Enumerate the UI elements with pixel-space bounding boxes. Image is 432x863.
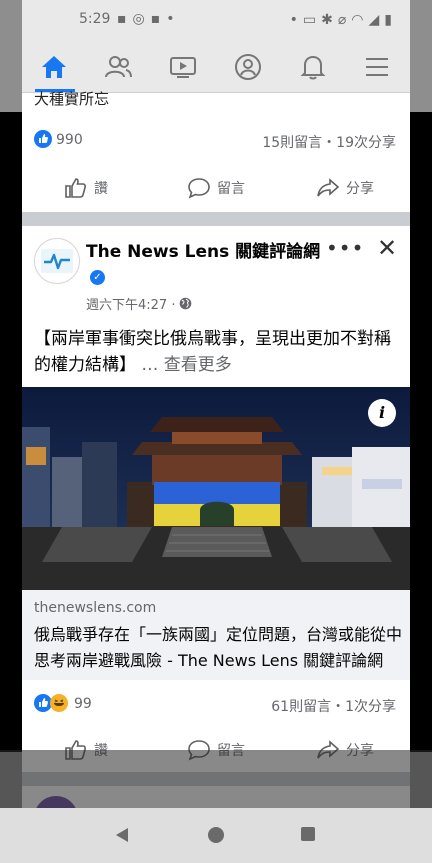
page-avatar[interactable] [34, 238, 80, 284]
thumbs-up-icon [65, 178, 86, 198]
post-text: 【兩岸軍事衝突比俄烏戰事，呈現出更加不對稱的權力結構】 … 查看更多 [34, 326, 404, 378]
reaction-count: 990 [56, 132, 83, 148]
globe-icon [180, 297, 192, 310]
notifications-tab[interactable] [298, 52, 328, 82]
status-left-icons: ▪ ◎ ▪ • [117, 11, 174, 27]
app-screen: 5:29 ▪ ◎ ▪ • • ▭ ✱ ⌀ ◠ ◢ ▮ 大種實所忘 990 15則… [22, 0, 410, 863]
reaction-count: 99 [74, 696, 92, 712]
author-name[interactable]: The News Lens 關鍵評論網 [86, 242, 320, 262]
home-button-icon[interactable] [207, 826, 225, 844]
info-icon[interactable]: i [368, 399, 396, 427]
status-time: 5:29 [79, 11, 111, 27]
menu-icon [366, 58, 388, 76]
status-bar: 5:29 ▪ ◎ ▪ • • ▭ ✱ ⌀ ◠ ◢ ▮ [22, 0, 410, 40]
bluetooth-icon: ✱ [321, 12, 333, 28]
share-icon [317, 178, 340, 197]
left-letterbox [0, 112, 22, 752]
post-time[interactable]: 週六下午4:27 · [86, 294, 175, 313]
link-domain: thenewslens.com [34, 600, 157, 616]
profile-icon [235, 54, 261, 80]
profile-tab[interactable] [233, 52, 263, 82]
post-author[interactable]: The News Lens 關鍵評論網 ✓ [86, 240, 336, 288]
comment-share-stats[interactable]: 15則留言・19次分享 [262, 132, 396, 152]
watch-icon [170, 57, 196, 78]
link-preview-image[interactable]: i [22, 387, 410, 590]
comment-label: 留言 [217, 181, 245, 197]
more-options-icon[interactable]: ••• [326, 236, 364, 260]
recents-icon[interactable] [300, 826, 316, 842]
cast-icon: ▭ [302, 12, 317, 28]
back-icon[interactable] [113, 826, 131, 844]
wifi-icon: ◠ [351, 12, 364, 28]
post-reactions[interactable]: 99 61則留言・1次分享 [22, 684, 410, 724]
like-reaction-icon [34, 130, 52, 152]
android-icon: ▪ [117, 11, 127, 27]
post-header: The News Lens 關鍵評論網 ✓ 週六下午4:27 · ••• ✕ [22, 226, 410, 318]
system-navigation-bar [0, 808, 432, 863]
see-more-link[interactable]: … 查看更多 [141, 355, 231, 375]
battery-icon: ▮ [384, 12, 392, 28]
night-city-gate-image [22, 387, 410, 590]
like-button[interactable]: 讚 [64, 166, 108, 210]
watch-tab[interactable] [168, 52, 198, 82]
post-meta: 週六下午4:27 · [86, 294, 192, 313]
signal-icon: ◢ [368, 12, 380, 28]
friends-icon [105, 56, 132, 78]
link-title[interactable]: 俄烏戰爭存在「一族兩國」定位問題，台灣或能從中思考兩岸避戰風險 - The Ne… [34, 622, 404, 674]
share-button[interactable]: 分享 [316, 166, 374, 210]
previous-post-text: 大種實所忘 [34, 90, 110, 108]
close-icon[interactable]: ✕ [377, 234, 397, 262]
link-preview[interactable]: thenewslens.com 俄烏戰爭存在「一族兩國」定位問題，台灣或能從中思… [22, 590, 410, 680]
home-tab[interactable] [39, 52, 69, 82]
top-navigation [22, 40, 410, 93]
share-label: 分享 [346, 181, 374, 197]
haha-reaction-icon [50, 694, 68, 716]
feed-separator [22, 212, 410, 226]
comment-icon [188, 178, 210, 199]
android-icon: ▪ [150, 11, 161, 27]
verified-badge-icon: ✓ [90, 270, 105, 285]
comment-button[interactable]: 留言 [187, 166, 245, 210]
home-icon [42, 56, 66, 78]
comment-share-stats[interactable]: 61則留言・1次分享 [271, 696, 396, 716]
dot-icon: • [166, 11, 175, 27]
dot-icon: • [289, 12, 298, 28]
like-label: 讚 [94, 181, 108, 197]
status-right-icons: • ▭ ✱ ⌀ ◠ ◢ ▮ [290, 12, 392, 28]
previous-post-actions: 讚 留言 分享 [22, 166, 410, 210]
news-lens-logo-icon [41, 249, 73, 273]
bell-icon [300, 55, 326, 80]
sync-icon: ◎ [132, 11, 145, 27]
mute-icon: ⌀ [337, 12, 347, 28]
right-letterbox [410, 112, 432, 752]
menu-tab[interactable] [362, 52, 392, 82]
previous-post-reactions[interactable]: 990 15則留言・19次分享 [22, 120, 410, 160]
friends-tab[interactable] [103, 52, 133, 82]
